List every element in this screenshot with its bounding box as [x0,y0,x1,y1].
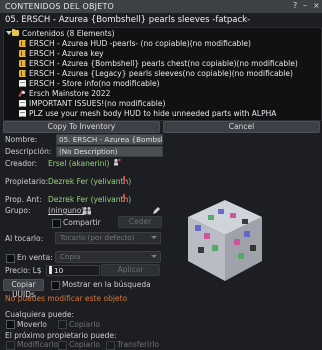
next-owner-copy-checkbox[interactable] [58,341,67,350]
object-name-heading: 05. ERSCH - Azurea {Bombshell} pearls sl… [5,15,251,25]
next-owner-label: El próximo propietario puede: [5,331,117,340]
script-icon [19,40,26,47]
share-label: Compartir [63,218,101,227]
on-touch-dropdown[interactable]: Tocarlo (por defecto) [55,232,161,244]
landmark-icon [19,90,26,97]
help-icon[interactable]: ? [293,1,297,10]
group-icon[interactable] [82,206,92,215]
notecard-icon [19,100,26,107]
window-title-bar[interactable]: CONTENIDOS DEL OBJETO ? – × [0,0,322,13]
list-item-label: Ersch Mainstore 2022 [29,89,111,98]
folder-icon [12,29,19,36]
group-link[interactable]: (ninguno) [48,206,84,215]
list-item-label: ERSCH - Store info(no modificable) [29,79,160,88]
description-field[interactable]: (No Description) [56,146,163,157]
notecard-icon [19,80,26,87]
copy-uuids-button[interactable]: Copiar UUIDs [3,279,44,299]
anyone-copy-checkbox[interactable] [58,320,67,329]
next-owner-modify-checkbox[interactable] [6,341,15,350]
for-sale-label: En venta: [17,253,53,262]
deed-button[interactable]: Ceder [118,216,162,228]
profile-icon[interactable] [113,158,121,166]
script-icon [19,60,26,67]
previous-owner-label: Prop. Ant: [5,195,42,204]
owner-link[interactable]: Dezrek Fer (yelivanth) [48,177,131,186]
show-in-search-label: Mostrar en la búsqueda [62,280,151,289]
profile-icon[interactable] [121,176,127,184]
cancel-button[interactable]: Cancel [163,121,320,133]
price-field[interactable]: 10 [46,265,100,276]
list-item-label: ERSCH - Azurea key [29,49,104,58]
notecard-icon [19,110,26,117]
description-label: Descripción: [5,147,52,156]
list-item-label: ERSCH - Azurea {Bombshell} pearls chest(… [29,59,298,68]
name-label: Nombre: [5,135,38,144]
list-item-label: ERSCH - Azurea HUD -pearls- (no copiable… [29,39,251,48]
list-item-label: PLZ use your mesh body HUD to hide unnee… [29,109,277,118]
no-modify-warning: No puedes modificar este objeto [5,294,128,303]
next-owner-transfer-checkbox[interactable] [106,341,115,350]
contents-folder-label: Contenidos (8 Elements) [22,29,115,38]
name-field[interactable]: 05. ERSCH - Azurea {Bombshell} [56,134,163,145]
chevron-down-icon [151,236,157,239]
price-label: Precio: L$ [5,266,42,275]
copy-to-inventory-button[interactable]: Copy To Inventory [3,121,160,133]
script-icon [19,70,26,77]
anyone-move-checkbox[interactable] [6,320,15,329]
group-label: Grupo: [5,206,31,215]
creator-link[interactable]: Ersel (akanerini) [48,159,109,168]
chevron-down-icon [151,255,157,258]
show-in-search-checkbox[interactable] [51,281,60,290]
window-title: CONTENIDOS DEL OBJETO [5,2,115,11]
on-touch-label: Al tocarlo: [5,234,44,243]
anyone-can-label: Cualquiera puede: [5,310,74,319]
sale-type-dropdown[interactable]: Copia [55,251,161,263]
object-preview-cube [180,195,270,285]
contents-list[interactable]: Contenidos (8 Elements) ERSCH - Azurea H… [3,27,322,121]
anyone-move-label: Moverlo [17,320,47,329]
on-touch-value: Tocarlo (por defecto) [60,233,135,242]
list-item-label: IMPORTANT ISSUES!(no modificable) [29,99,166,108]
anyone-copy-label: Copiarlo [69,320,101,329]
close-icon[interactable]: × [313,1,320,10]
profile-icon[interactable] [121,194,127,202]
price-value: 10 [54,266,64,275]
list-item-label: ERSCH - Azurea {Legacy} pearls sleeves(n… [29,69,293,78]
edit-pencil-icon[interactable] [152,206,161,215]
sale-type-value: Copia [60,252,81,261]
for-sale-checkbox[interactable] [6,254,15,263]
owner-label: Propietario: [5,177,49,186]
minimize-icon[interactable]: – [303,1,307,10]
previous-owner-link[interactable]: Dezrek Fer (yelivanth) [48,195,131,204]
apply-button[interactable]: Aplicar [101,264,160,276]
spinner-icon[interactable] [49,266,52,274]
share-checkbox[interactable] [52,219,61,228]
creator-label: Creador: [5,159,38,168]
script-icon [19,50,26,57]
